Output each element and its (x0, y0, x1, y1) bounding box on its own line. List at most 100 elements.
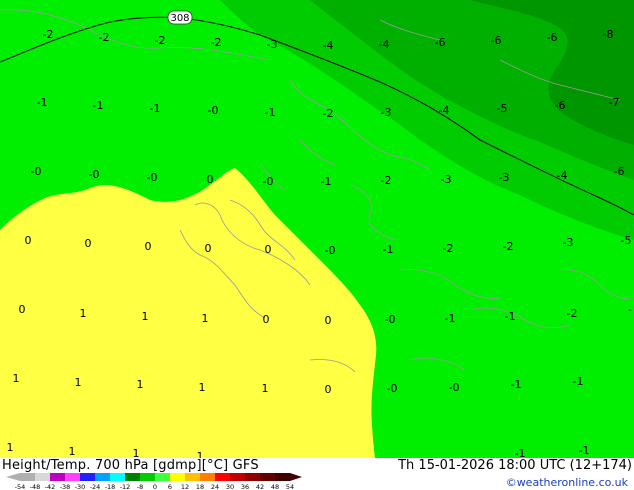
temperature-label: -6 (614, 165, 625, 178)
colorbar-tick: -8 (137, 483, 143, 490)
temperature-label: 1 (80, 307, 87, 320)
temperature-label: -6 (547, 31, 558, 44)
colorbar-tick: 48 (271, 483, 279, 490)
temperature-label: -0 (325, 244, 336, 257)
colorbar: -54 -48 -42 -38 -30 -24 -18 -12 -8 0 6 12 18 24 30 36 42… (6, 473, 302, 490)
temperature-label: -2 (381, 174, 392, 187)
map-title: Height/Temp. 700 hPa [gdmp][°C] GFS (2, 458, 259, 473)
temperature-label: 1 (133, 447, 140, 458)
temperature-label: 1 (142, 310, 149, 323)
temperature-label: 1 (7, 441, 14, 454)
temperature-label: 1 (262, 382, 269, 395)
colorbar-tick: 0 (153, 483, 157, 490)
temperature-label: 1 (137, 378, 144, 391)
colorbar-swatch (50, 473, 66, 481)
temperature-label: -0 (449, 381, 460, 394)
colorbar-tick: -24 (90, 483, 101, 490)
colorbar-tick: 18 (196, 483, 204, 490)
colorbar-swatch (260, 473, 276, 481)
colorbar-tick: -18 (105, 483, 116, 490)
temperature-label: -5 (621, 234, 632, 247)
temperature-label: 0 (325, 383, 332, 396)
temperature-label: 1 (75, 376, 82, 389)
temperature-label: -2 (155, 34, 166, 47)
colorbar-tick: 30 (226, 483, 234, 490)
temperature-label: -2 (99, 31, 110, 44)
temperature-label: 0 (207, 173, 214, 186)
temperature-label: -7 (609, 96, 620, 109)
valid-time: Th 15-01-2026 18:00 UTC (12+174) (398, 458, 632, 473)
colorbar-tick: -38 (60, 483, 71, 490)
temperature-label: 1 (202, 312, 209, 325)
colorbar-tick: 42 (256, 483, 264, 490)
temperature-label: -3 (381, 106, 392, 119)
temperature-label: - (628, 303, 632, 316)
temperature-label: 1 (197, 450, 204, 458)
colorbar-tick: 36 (241, 483, 249, 490)
temperature-label: -1 (515, 447, 526, 458)
colorbar-tick: -48 (30, 483, 41, 490)
colorbar-arrow-right (290, 473, 302, 481)
temperature-label: -2 (43, 28, 54, 41)
temperature-label: -5 (497, 102, 508, 115)
footer: Height/Temp. 700 hPa [gdmp][°C] GFS Th 1… (0, 458, 634, 490)
temperature-label: 1 (199, 381, 206, 394)
temperature-label: -1 (511, 378, 522, 391)
temperature-label: 1 (13, 372, 20, 385)
colorbar-tick: -42 (45, 483, 56, 490)
temperature-label: -4 (323, 39, 334, 52)
temperature-label: -0 (31, 165, 42, 178)
contour-label-308: 308 (167, 10, 193, 25)
temperature-label: -1 (150, 102, 161, 115)
temperature-label: -1 (383, 243, 394, 256)
temperature-label: -2 (443, 242, 454, 255)
colorbar-swatch (20, 473, 36, 481)
credit-link[interactable]: ©weatheronline.co.uk (506, 476, 628, 489)
temperature-label: 0 (145, 240, 152, 253)
temperature-label: -0 (263, 175, 274, 188)
temperature-label: -1 (37, 96, 48, 109)
temperature-label: -6 (491, 34, 502, 47)
colorbar-swatch (65, 473, 81, 481)
temperature-label: -0 (89, 168, 100, 181)
temperature-label: 0 (263, 313, 270, 326)
colorbar-tick: 6 (168, 483, 172, 490)
colorbar-swatch (200, 473, 216, 481)
temperature-label: 0 (205, 242, 212, 255)
temperature-label: 0 (265, 243, 272, 256)
colorbar-arrow-left (6, 473, 20, 481)
colorbar-tick: 12 (181, 483, 189, 490)
temperature-label: -8 (603, 28, 614, 41)
temperature-label: -0 (387, 382, 398, 395)
colorbar-swatch (275, 473, 291, 481)
temperature-label: -1 (93, 99, 104, 112)
colorbar-swatch (35, 473, 51, 481)
temperature-label: 0 (85, 237, 92, 250)
temperature-label: -2 (323, 107, 334, 120)
colorbar-tick: -12 (120, 483, 131, 490)
temperature-map: 308 -2 -2 -2 -2 -3 -4 -4 -6 -6 -6 -8-1 -1 -1 -0 -1 -2 -3… (0, 0, 634, 458)
colorbar-swatch (215, 473, 231, 481)
temperature-label: -3 (563, 236, 574, 249)
colorbar-swatch (80, 473, 96, 481)
temperature-label: 1 (69, 445, 76, 458)
colorbar-swatch (155, 473, 171, 481)
colorbar-tick: 54 (286, 483, 294, 490)
temperature-label: -4 (557, 169, 568, 182)
temperature-label: 0 (19, 303, 26, 316)
temperature-label: -3 (499, 171, 510, 184)
contour-label-text: 308 (170, 13, 189, 24)
colorbar-tick: 24 (211, 483, 219, 490)
temperature-label: 0 (25, 234, 32, 247)
colorbar-tick: -30 (75, 483, 86, 490)
temperature-label: -1 (573, 375, 584, 388)
temperature-label: -4 (379, 38, 390, 51)
temperature-label: -1 (265, 106, 276, 119)
temperature-label: -2 (503, 240, 514, 253)
colorbar-tick: -54 (15, 483, 26, 490)
colorbar-swatch (245, 473, 261, 481)
temperature-label: -1 (445, 312, 456, 325)
temperature-label: -4 (439, 104, 450, 117)
colorbar-swatch (230, 473, 246, 481)
temperature-label: -3 (267, 38, 278, 51)
